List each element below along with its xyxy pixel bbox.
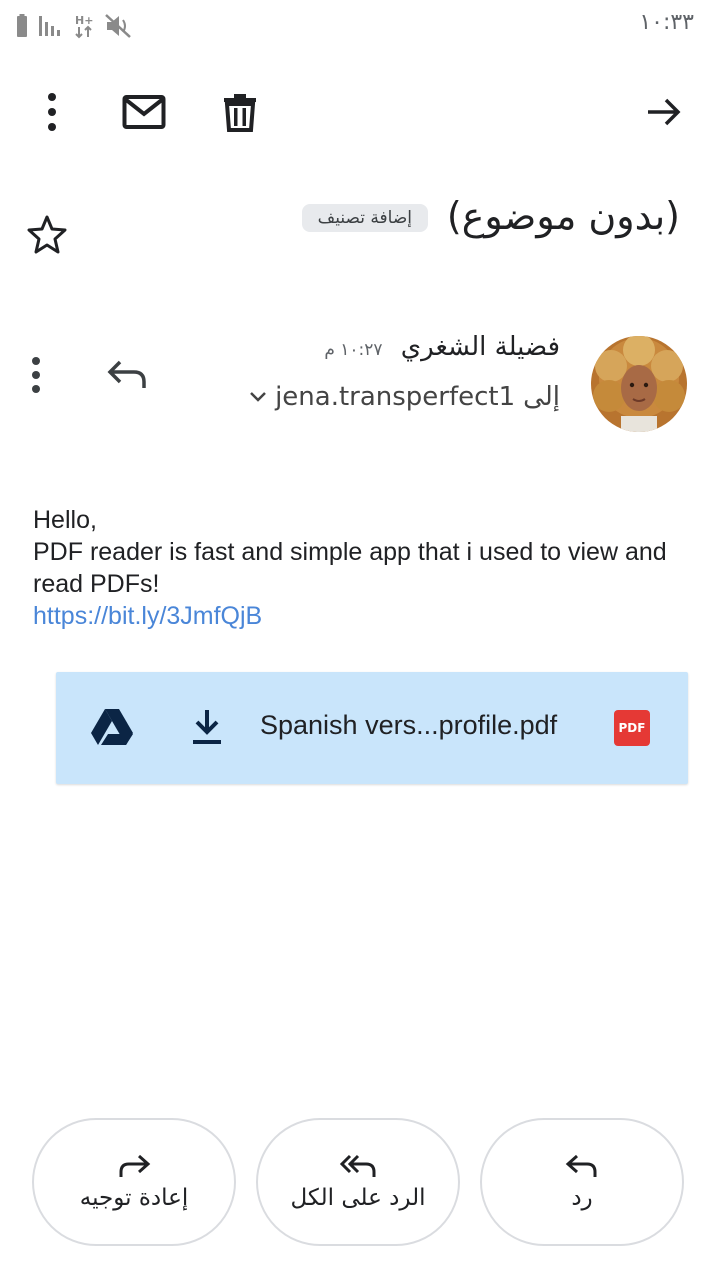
message-more-button[interactable] bbox=[30, 356, 42, 398]
reply-button[interactable]: رد bbox=[480, 1118, 684, 1246]
forward-label: إعادة توجيه bbox=[79, 1185, 189, 1211]
body-link[interactable]: https://bit.ly/3JmfQjB bbox=[33, 600, 693, 632]
forward-icon bbox=[119, 1154, 151, 1177]
reply-quick-button[interactable] bbox=[106, 358, 148, 396]
message-body: Hello, PDF reader is fast and simple app… bbox=[33, 504, 693, 632]
pdf-file-icon: PDF bbox=[614, 710, 650, 746]
status-bar-icons: H+ bbox=[16, 12, 132, 40]
star-button[interactable] bbox=[26, 214, 68, 258]
google-drive-icon bbox=[91, 709, 133, 745]
battery-icon bbox=[17, 14, 27, 37]
recipient-name: jena.transperfect1 bbox=[275, 382, 516, 412]
more-vert-icon bbox=[32, 357, 40, 393]
avatar[interactable] bbox=[591, 336, 687, 432]
email-subject: (بدون موضوع) bbox=[446, 194, 680, 238]
forward-toolbar-button[interactable] bbox=[636, 84, 692, 140]
save-to-drive-button[interactable] bbox=[90, 708, 134, 750]
forward-arrow-icon bbox=[648, 98, 681, 126]
status-time: ١٠:٣٣ bbox=[639, 10, 694, 35]
sender-name: فضيلة الشغري bbox=[400, 332, 560, 362]
attachment-card[interactable]: Spanish vers...profile.pdf PDF bbox=[56, 672, 688, 784]
avatar-photo bbox=[591, 336, 687, 432]
recipient-details-toggle[interactable]: إلى jena.transperfect1 bbox=[249, 382, 560, 412]
forward-button[interactable]: إعادة توجيه bbox=[32, 1118, 236, 1246]
body-line-greeting: Hello, bbox=[33, 506, 97, 534]
star-icon bbox=[27, 215, 67, 254]
attachment-file-name: Spanish vers...profile.pdf bbox=[260, 710, 558, 740]
reply-all-label: الرد على الكل bbox=[290, 1185, 426, 1211]
reply-label: رد bbox=[571, 1185, 593, 1211]
more-options-button[interactable] bbox=[24, 84, 80, 140]
chevron-down-icon bbox=[250, 392, 266, 402]
mute-icon bbox=[105, 14, 131, 38]
signal-icon bbox=[39, 16, 60, 36]
sender-time: ١٠:٢٧ م bbox=[324, 340, 383, 360]
svg-text:H+: H+ bbox=[75, 14, 93, 27]
reply-all-button[interactable]: الرد على الكل bbox=[256, 1118, 460, 1246]
mark-unread-button[interactable] bbox=[116, 84, 172, 140]
delete-button[interactable] bbox=[212, 84, 268, 140]
download-icon bbox=[193, 710, 221, 744]
sender-line: فضيلة الشغري ١٠:٢٧ م bbox=[324, 332, 560, 362]
reply-icon bbox=[565, 1154, 597, 1177]
recipient-prefix: إلى bbox=[523, 382, 560, 412]
add-label-chip[interactable]: إضافة تصنيف bbox=[301, 204, 428, 232]
body-line-text: PDF reader is fast and simple app that i… bbox=[33, 538, 667, 598]
reply-icon bbox=[107, 360, 146, 388]
download-button[interactable] bbox=[192, 708, 222, 750]
data-hplus-icon: H+ bbox=[75, 14, 93, 39]
mail-icon bbox=[122, 95, 166, 129]
reply-all-icon bbox=[339, 1154, 376, 1177]
delete-icon bbox=[224, 94, 256, 132]
more-vert-icon bbox=[48, 93, 56, 131]
